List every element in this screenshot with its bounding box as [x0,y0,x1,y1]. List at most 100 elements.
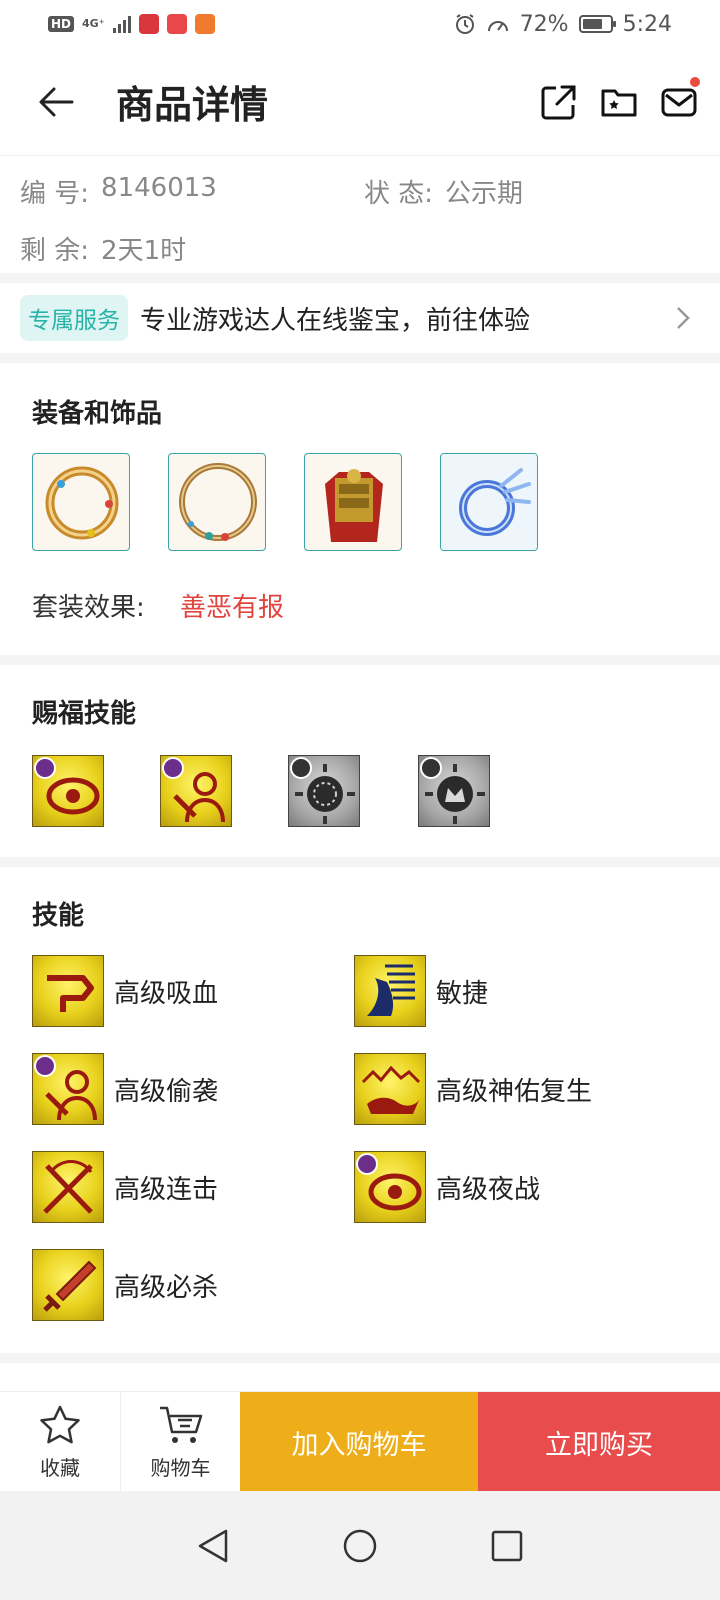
back-arrow-icon [39,87,74,116]
collect-folder-button[interactable] [600,83,638,121]
item-id-value: 8146013 [101,173,217,203]
skill-name: 高级夜战 [436,1175,541,1205]
bronze-ring-icon [179,463,257,541]
advanced-badge [356,1153,378,1175]
skill-name: 高级连击 [114,1175,219,1205]
reader-app-icon [138,14,159,34]
skills-section: 技能 高级吸血 敏捷 高级偷袭 高级神佑复生 高级连击 高级夜战 高级必杀 [0,867,720,1353]
skill-name: 高级必杀 [114,1273,219,1303]
item-status-label: 状 态: [364,179,434,209]
battery-fill [582,19,602,29]
status-left: HD 4G⁺ [48,14,215,34]
skill-icon[interactable] [32,1249,104,1321]
skill-name: 高级偷袭 [114,1077,219,1107]
chevron-right-icon [677,307,690,329]
blessing-skills-title: 赐福技能 [32,699,137,729]
skill-icon[interactable] [354,955,426,1027]
item-status-row: 状 态: 公示期 [364,173,523,210]
buy-now-button[interactable]: 立即购买 [478,1392,720,1492]
back-button[interactable] [26,72,86,132]
advanced-badge [290,757,312,779]
equipment-item[interactable] [32,453,130,551]
cart-label: 购物车 [150,1455,211,1480]
cart-icon [159,1406,202,1443]
skill-icon[interactable] [354,1151,426,1223]
folder-star-icon [601,89,637,116]
item-id-row: 编 号: 8146013 [20,173,217,210]
advanced-badge [34,757,56,779]
critical-strike-icon [43,1260,97,1312]
item-id-label: 编 号: [20,179,90,209]
favorite-button[interactable]: 收藏 [0,1392,120,1492]
combo-attack-icon [43,1160,93,1214]
star-icon [40,1405,80,1443]
remaining-label: 剩 余: [20,236,90,266]
equipment-title: 装备和饰品 [32,399,163,429]
cart-button[interactable]: 购物车 [120,1392,240,1492]
skill-icon[interactable] [32,1151,104,1223]
skill-name: 高级吸血 [114,979,219,1009]
divider [0,655,720,665]
divider [0,1353,720,1363]
message-button[interactable] [660,76,700,121]
skill-name: 敏捷 [436,979,489,1009]
advanced-badge [162,757,184,779]
item-info: 编 号: 8146013 状 态: 公示期 剩 余: 2天1时 [0,157,720,273]
header: 商品详情 [0,48,720,156]
alarm-icon [455,14,474,34]
crystal-wing-ring-icon [441,454,537,550]
divider [0,353,720,363]
skill-icon[interactable] [32,1053,104,1125]
speed-icon [487,21,508,32]
blessing-skill-icon[interactable] [418,755,490,827]
nav-back-icon[interactable] [196,1528,230,1564]
remaining-value: 2天1时 [101,236,187,266]
blessing-skill-icon[interactable] [32,755,104,827]
battery-percent: 72% [519,11,569,37]
unread-dot [690,76,700,87]
blessing-skill-icon[interactable] [160,755,232,827]
clock: 5:24 [622,11,672,37]
battery-icon [578,15,616,33]
blessing-skills-section: 赐福技能 [0,665,720,857]
red-armor-icon [325,469,383,542]
item-status-value: 公示期 [445,179,524,209]
share-button[interactable] [540,83,578,121]
service-banner[interactable]: 专属服务 专业游戏达人在线鉴宝，前往体验 [0,283,720,353]
page-title: 商品详情 [116,83,269,127]
status-bar: HD 4G⁺ 72% 5:24 [0,0,720,48]
service-tag: 专属服务 [20,295,128,341]
advanced-badge [34,1055,56,1077]
network-type: 4G⁺ [82,17,105,30]
divider [0,273,720,283]
equipment-section: 装备和饰品 套装效果: 善恶有报 [0,363,720,655]
system-nav-bar [0,1491,720,1600]
skill-icon[interactable] [32,955,104,1027]
add-to-cart-button[interactable]: 加入购物车 [240,1392,478,1492]
nav-home-icon[interactable] [342,1528,378,1564]
skill-name: 高级神佑复生 [436,1077,593,1107]
blood-drain-icon [47,975,94,1012]
divider [0,857,720,867]
signal-icon [112,15,131,33]
service-text: 专业游戏达人在线鉴宝，前往体验 [140,305,531,336]
divine-revive-icon [361,1065,421,1114]
skill-icon[interactable] [354,1053,426,1125]
status-right: 72% 5:24 [454,12,672,37]
hd-badge: HD [48,16,75,32]
blessing-skill-icon[interactable] [288,755,360,827]
mail-icon [661,88,697,116]
mall-app-icon [166,14,187,34]
equipment-item[interactable] [168,453,266,551]
header-actions [540,76,700,121]
suit-effect-value: 善恶有报 [180,593,285,623]
bottom-action-bar: 收藏 购物车 加入购物车 立即购买 [0,1391,720,1492]
nav-recents-icon[interactable] [490,1529,524,1563]
video-app-icon [194,14,215,34]
share-icon [541,85,576,119]
equipment-item[interactable] [440,453,538,551]
equipment-item[interactable] [304,453,402,551]
remaining-row: 剩 余: 2天1时 [20,230,186,267]
favorite-label: 收藏 [40,1455,80,1480]
jade-ring-icon [45,466,119,540]
